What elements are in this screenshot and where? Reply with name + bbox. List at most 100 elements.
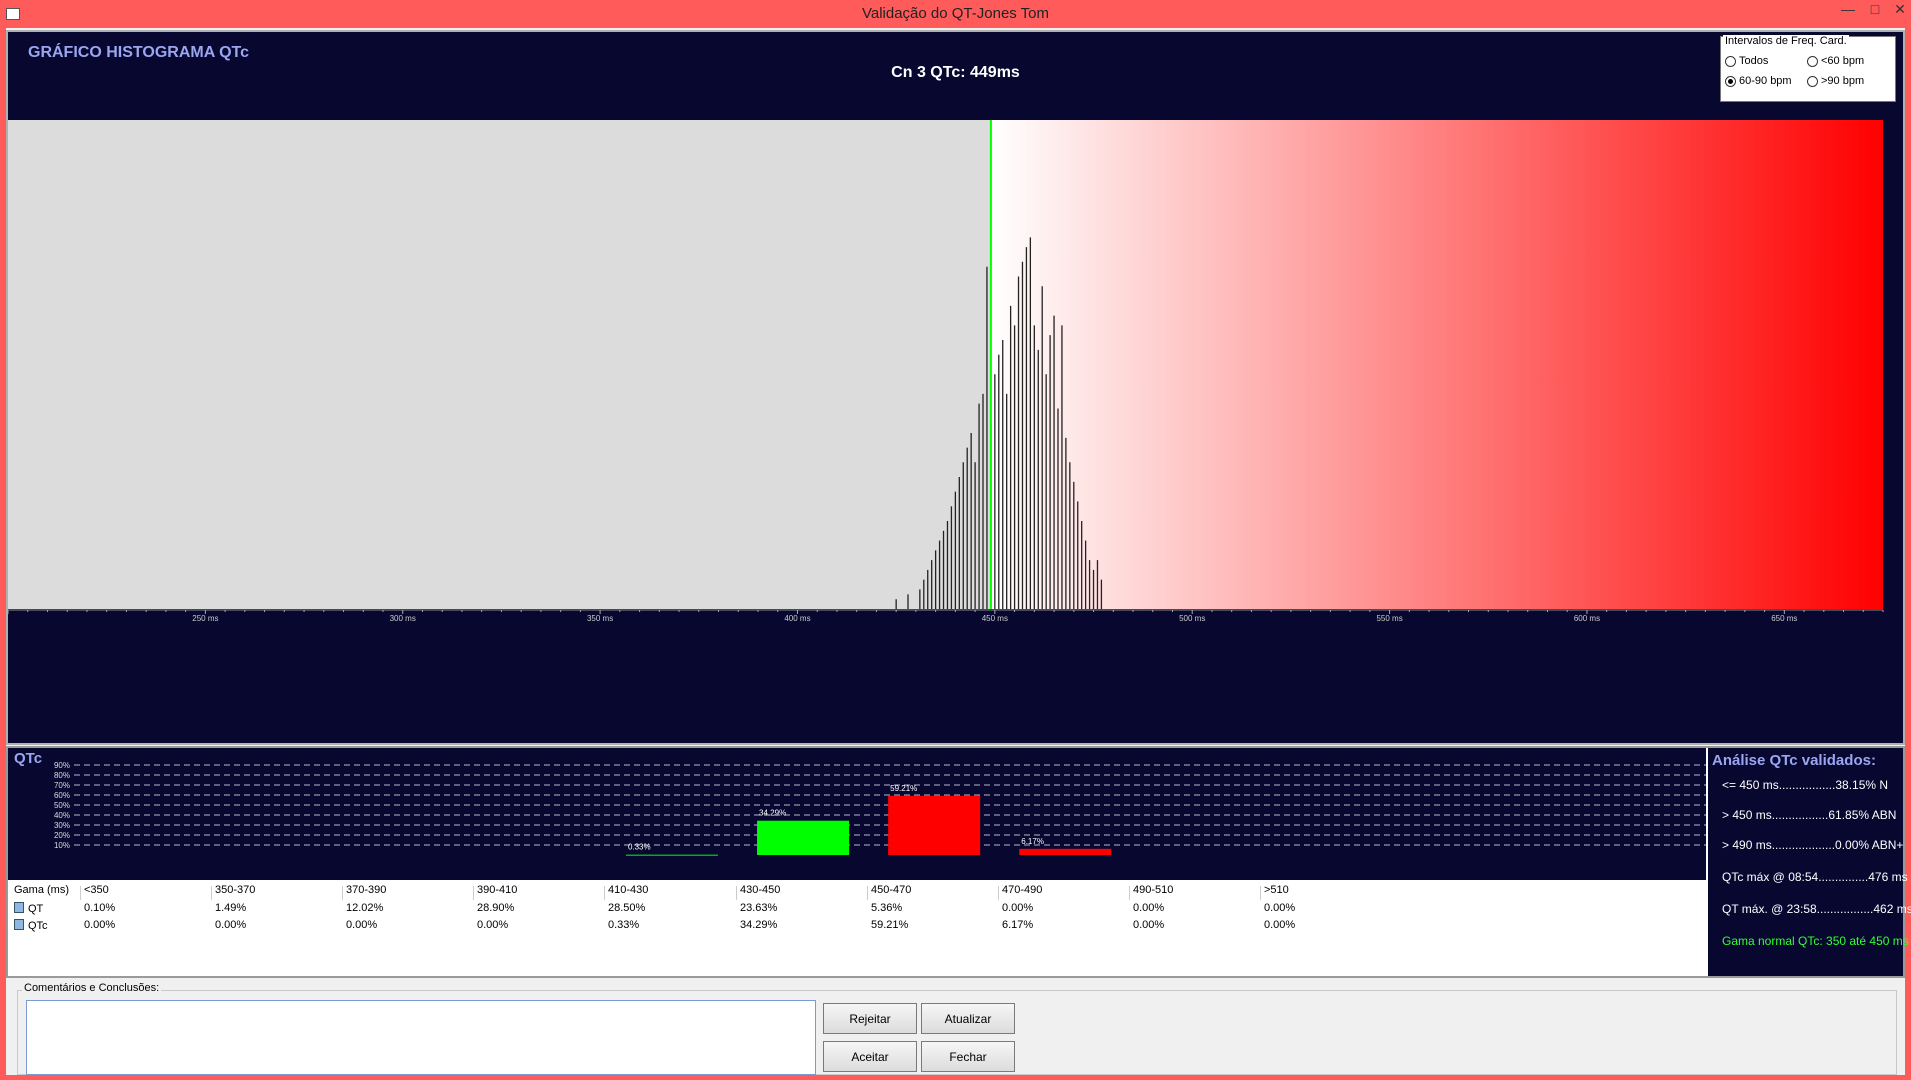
series-icon [14,902,24,913]
radio-indicator[interactable] [1725,55,1736,67]
qtc-bar-chart-panel: 90% 80% 70% 60% 50% 40% 30% 20% 10% 0.33% 34.29% 59… [8,748,1706,880]
qtc-bar-label: 0.33% [628,843,651,852]
qtc-bar-label: 6.17% [1021,837,1044,846]
table-row-label: QT [14,902,43,915]
comments-legend: Comentários e Conclusões: [22,982,162,994]
table-row-label: QTc [14,919,48,932]
plot-background-normal [8,120,991,609]
table-header-cell: 350-370 [215,884,256,896]
histogram-title: GRÁFICO HISTOGRAMA QTc [28,44,250,61]
y-tick-label: 10% [54,841,70,850]
table-cell: 0.00% [1133,919,1165,931]
maximize-button[interactable]: □ [1862,0,1888,20]
table-header-cell: 450-470 [871,884,912,896]
table-cell: 0.00% [477,919,509,931]
plot-background-abnormal [990,120,1883,609]
radio-indicator[interactable] [1807,75,1818,87]
y-tick-label: 90% [54,761,70,770]
x-tick-label: 500 ms [1179,614,1205,623]
table-cell: 34.29% [740,919,778,931]
table-cell: 0.00% [346,919,378,931]
table-cell: 28.90% [477,902,515,914]
normal-range-text: Gama normal QTc: 350 até 450 ms [1722,934,1909,948]
minimize-button[interactable]: — [1835,0,1861,20]
table-row-qt[interactable]: QT 0.10% 1.49% 12.02% 28.90% 28.50% 23.6… [8,902,1706,918]
radio-gt90[interactable]: >90 bpm [1807,75,1864,87]
table-header-cell: 390-410 [477,884,518,896]
qtc-analysis-panel: Análise QTc validados: <= 450 ms........… [1708,748,1911,976]
x-tick-label: 300 ms [390,614,416,623]
y-tick-label: 20% [54,831,70,840]
qtc-bar [888,795,981,855]
freq-interval-title: Intervalos de Freq. Card. [1723,35,1849,47]
radio-lt60[interactable]: <60 bpm [1807,55,1864,67]
radio-todos[interactable]: Todos [1725,55,1768,67]
comments-textarea[interactable] [26,1000,816,1075]
x-tick-label: 650 ms [1771,614,1797,623]
table-cell: 5.36% [871,902,903,914]
x-tick-label: 400 ms [784,614,810,623]
table-cell: 0.33% [608,919,640,931]
x-tick-label: 350 ms [587,614,613,623]
x-tick-label: 250 ms [192,614,218,623]
y-tick-label: 30% [54,821,70,830]
table-header-cell: 410-430 [608,884,649,896]
qtc-chart-title: QTc [14,750,43,767]
table-header-cell: 430-450 [740,884,781,896]
table-header-cell: 470-490 [1002,884,1043,896]
table-header-cell: <350 [84,884,109,896]
table-header-cell: >510 [1264,884,1289,896]
x-tick-label: 450 ms [982,614,1008,623]
table-cell: 0.00% [1264,902,1296,914]
qtc-bar [625,854,718,856]
table-cell: 0.00% [215,919,247,931]
y-tick-label: 40% [54,811,70,820]
analysis-line: > 450 ms.................61.85% ABN [1722,808,1897,822]
radio-indicator[interactable] [1725,75,1736,87]
qtc-bar-chart: 90%80%70%60%50%40%30%20%10% 0.33% 34.29% 59… [54,761,1706,856]
table-header-row: Gama (ms) <350 350-370 370-390 390-410 4… [8,884,1706,900]
table-header-cell: 490-510 [1133,884,1174,896]
qtc-bar-label: 59.21% [890,784,917,793]
table-header-label: Gama (ms) [14,884,69,896]
close-button[interactable]: Fechar [921,1041,1015,1072]
histogram-panel: GRÁFICO HISTOGRAMA QTc Cn 3 QTc: 449ms I… [6,30,1905,745]
radio-60-90[interactable]: 60-90 bpm [1725,75,1792,87]
qtc-bar [1019,848,1112,855]
title-bar: Validação do QT-Jones Tom — □ ✕ [0,0,1911,28]
accept-button[interactable]: Aceitar [823,1041,917,1072]
update-button[interactable]: Atualizar [921,1003,1015,1034]
radio-label: 60-90 bpm [1739,75,1792,87]
table-cell: 0.00% [1002,902,1034,914]
table-cell: 0.00% [84,919,116,931]
y-tick-label: 70% [54,781,70,790]
y-tick-label: 50% [54,801,70,810]
table-cell: 1.49% [215,902,247,914]
y-tick-label: 80% [54,771,70,780]
table-cell: 28.50% [608,902,646,914]
table-row-qtc[interactable]: QTc 0.00% 0.00% 0.00% 0.00% 0.33% 34.29%… [8,919,1706,935]
table-cell: 59.21% [871,919,909,931]
table-cell: 23.63% [740,902,778,914]
x-tick-label: 550 ms [1376,614,1402,623]
analysis-line: > 490 ms...................0.00% ABN+ [1722,838,1904,852]
table-cell: 0.00% [1133,902,1165,914]
y-tick-label: 60% [54,791,70,800]
table-cell: 6.17% [1002,919,1034,931]
histogram-chart: 250 ms 300 ms 350 ms 400 ms 450 ms 500 ms 550 … [8,120,1884,623]
table-cell: 12.02% [346,902,384,914]
table-header-cell: 370-390 [346,884,387,896]
qtc-summary-panel: 90% 80% 70% 60% 50% 40% 30% 20% 10% 0.33% 34.29% 59… [6,746,1911,978]
analysis-line: QTc máx @ 08:54...............476 ms [1722,870,1908,884]
radio-indicator[interactable] [1807,55,1818,67]
analysis-line: <= 450 ms.................38.15% N [1722,778,1889,792]
x-tick-label: 600 ms [1574,614,1600,623]
histogram-subtitle: Cn 3 QTc: 449ms [891,64,1020,81]
table-cell: 0.00% [1264,919,1296,931]
window-title: Validação do QT-Jones Tom [861,5,1050,22]
analysis-line: QT máx. @ 23:58.................462 ms [1722,902,1911,916]
radio-label: >90 bpm [1821,75,1865,87]
analysis-title: Análise QTc validados: [1712,752,1876,769]
reject-button[interactable]: Rejeitar [823,1003,917,1034]
close-window-button[interactable]: ✕ [1889,0,1911,20]
